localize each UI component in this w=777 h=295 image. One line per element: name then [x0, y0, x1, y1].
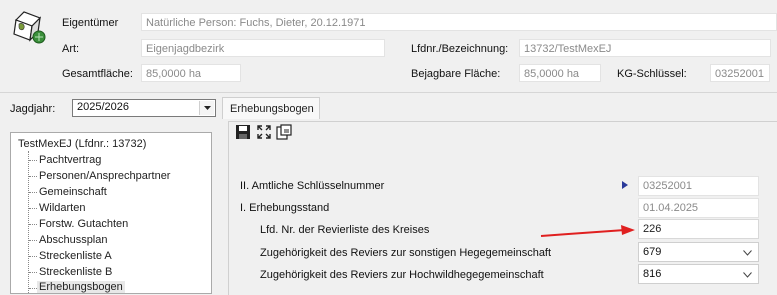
expand-icon[interactable] — [256, 124, 272, 140]
annotation-arrow — [539, 222, 639, 242]
jagdjahr-select[interactable]: 2025/2026 — [72, 99, 216, 117]
lfdnr-field[interactable]: 13732/TestMexEJ — [519, 39, 771, 57]
gesamtflaeche-field[interactable]: 85,0000 ha — [141, 64, 241, 82]
tree-item-erhebungsbogen[interactable]: Erhebungsbogen — [37, 281, 125, 293]
eigentuemer-field[interactable]: Natürliche Person: Fuchs, Dieter, 20.12.… — [141, 13, 777, 31]
hegegemeinschaft-value: 679 — [643, 246, 662, 258]
hochwildhegegemeinschaft-select[interactable]: 816 — [638, 264, 759, 284]
jagdjahr-value: 2025/2026 — [77, 101, 129, 113]
chevron-down-icon[interactable] — [743, 269, 752, 281]
record-header: Eigentümer Natürliche Person: Fuchs, Die… — [0, 0, 777, 93]
chevron-down-icon[interactable] — [199, 101, 214, 115]
jagdjahr-label: Jagdjahr: — [10, 103, 56, 115]
erhebungsstand-field[interactable]: 01.04.2025 — [638, 198, 759, 218]
tree-connector — [29, 240, 37, 241]
tree-item-wildarten[interactable]: Wildarten — [39, 202, 85, 214]
art-field[interactable]: Eigenjagdbezirk — [141, 39, 385, 57]
tree-connector — [29, 224, 37, 225]
save-icon[interactable] — [235, 124, 251, 140]
bejagbare-flaeche-label: Bejagbare Fläche: — [411, 68, 501, 80]
hochwildhegegemeinschaft-label: Zugehörigkeit des Reviers zur Hochwildhe… — [260, 269, 544, 281]
tree-connector — [29, 288, 37, 289]
lfd-nr-revierliste-input[interactable]: 226 — [638, 219, 759, 239]
chevron-down-icon[interactable] — [743, 247, 752, 259]
marker-icon — [622, 180, 628, 192]
eigentuemer-label: Eigentümer — [62, 17, 119, 29]
lfdnr-label: Lfdnr./Bezeichnung: — [411, 43, 509, 55]
tab-erhebungsbogen[interactable]: Erhebungsbogen — [222, 97, 320, 119]
gesamtflaeche-label: Gesamtfläche: — [62, 68, 133, 80]
amtliche-schluesselnummer-label: II. Amtliche Schlüsselnummer — [240, 180, 385, 192]
navigation-tree: TestMexEJ (Lfdnr.: 13732) Pachtvertrag P… — [10, 132, 212, 294]
erhebungsstand-label: I. Erhebungsstand — [240, 202, 330, 214]
erhebungsbogen-panel: II. Amtliche Schlüsselnummer 03252001 I.… — [228, 121, 777, 295]
hegegemeinschaft-select[interactable]: 679 — [638, 242, 759, 262]
hegegemeinschaft-label: Zugehörigkeit des Reviers zur sonstigen … — [260, 247, 552, 259]
amtliche-schluesselnummer-field[interactable]: 03252001 — [638, 176, 759, 196]
tree-connector — [29, 192, 37, 193]
bejagbare-flaeche-field[interactable]: 85,0000 ha — [519, 64, 601, 82]
tree-connector — [29, 208, 37, 209]
tree-item-streckenliste-a[interactable]: Streckenliste A — [39, 250, 112, 262]
hochwildhegegemeinschaft-value: 816 — [643, 268, 662, 280]
tree-connector — [29, 272, 37, 273]
tree-item-forstw-gutachten[interactable]: Forstw. Gutachten — [39, 218, 128, 230]
tree-connector — [29, 256, 37, 257]
tree-item-personen[interactable]: Personen/Ansprechpartner — [39, 170, 170, 182]
hunting-district-icon — [10, 8, 50, 48]
tree-item-streckenliste-b[interactable]: Streckenliste B — [39, 266, 112, 278]
export-icon[interactable] — [276, 124, 292, 140]
tree-item-abschussplan[interactable]: Abschussplan — [39, 234, 108, 246]
lfd-nr-revierliste-label: Lfd. Nr. der Revierliste des Kreises — [260, 224, 430, 236]
tree-connector — [29, 160, 37, 161]
tree-item-gemeinschaft[interactable]: Gemeinschaft — [39, 186, 107, 198]
tree-connector — [29, 176, 37, 177]
tree-root[interactable]: TestMexEJ (Lfdnr.: 13732) — [18, 138, 146, 150]
art-label: Art: — [62, 43, 80, 55]
kg-schluessel-label: KG-Schlüssel: — [617, 68, 687, 80]
kg-schluessel-field[interactable]: 03252001 — [710, 64, 770, 82]
tree-item-pachtvertrag[interactable]: Pachtvertrag — [39, 154, 101, 166]
